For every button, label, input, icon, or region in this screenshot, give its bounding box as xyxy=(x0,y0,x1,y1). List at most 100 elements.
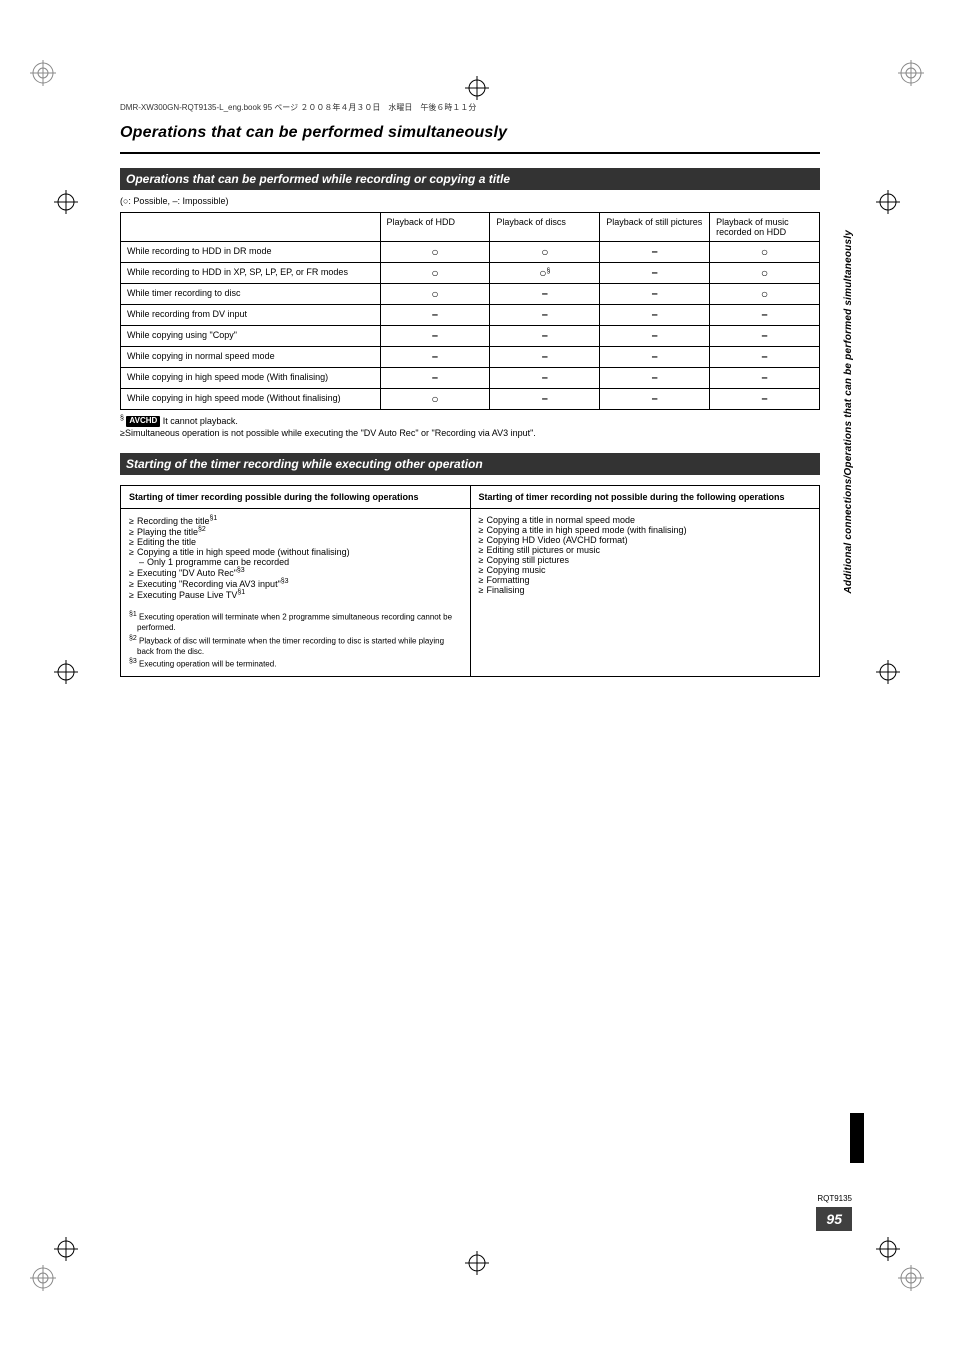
crop-mark-icon xyxy=(30,1265,56,1291)
table-cell: – xyxy=(490,347,600,368)
table-cell: – xyxy=(380,368,490,389)
table-row: While copying in normal speed mode–––– xyxy=(121,347,820,368)
section-header-1: Operations that can be performed while r… xyxy=(120,168,820,190)
table-cell: – xyxy=(600,326,710,347)
table-cell: ○ xyxy=(710,263,820,284)
timer-recording-table: Starting of timer recording possible dur… xyxy=(120,485,820,677)
registration-mark-icon xyxy=(876,1237,900,1261)
col-header-discs: Playback of discs xyxy=(490,213,600,242)
table-row: While copying in high speed mode (Withou… xyxy=(121,389,820,410)
registration-mark-icon xyxy=(465,76,489,100)
row-label: While copying in normal speed mode xyxy=(121,347,381,368)
crop-mark-icon xyxy=(898,60,924,86)
table-cell: – xyxy=(490,284,600,305)
row-label: While recording to HDD in DR mode xyxy=(121,242,381,263)
row-label: While recording to HDD in XP, SP, LP, EP… xyxy=(121,263,381,284)
table-cell: – xyxy=(600,347,710,368)
footnote-line: §2 Playback of disc will terminate when … xyxy=(129,634,462,657)
page-content: Operations that can be performed simulta… xyxy=(120,120,820,677)
table-cell: – xyxy=(710,347,820,368)
table-cell: ○ xyxy=(380,263,490,284)
table-cell: ○ xyxy=(380,389,490,410)
table-cell: ○ xyxy=(710,284,820,305)
crop-mark-icon xyxy=(30,60,56,86)
print-header-line: DMR-XW300GN-RQT9135-L_eng.book 95 ページ ２０… xyxy=(120,102,476,113)
col-header-music: Playback of music recorded on HDD xyxy=(710,213,820,242)
list-item: Only 1 programme can be recorded xyxy=(129,557,462,567)
table-cell: ○§ xyxy=(490,263,600,284)
page-number-block: RQT9135 95 xyxy=(816,1194,852,1231)
registration-mark-icon xyxy=(465,1251,489,1275)
table-cell: – xyxy=(600,284,710,305)
table-cell: – xyxy=(380,326,490,347)
registration-mark-icon xyxy=(54,660,78,684)
table-header-row: Playback of HDD Playback of discs Playba… xyxy=(121,213,820,242)
table-cell: ○ xyxy=(380,242,490,263)
table-cell: – xyxy=(710,389,820,410)
table-row: While copying in high speed mode (With f… xyxy=(121,368,820,389)
document-code: RQT9135 xyxy=(816,1194,852,1203)
row-label: While copying in high speed mode (With f… xyxy=(121,368,381,389)
list-item: Copying still pictures xyxy=(479,555,812,565)
table-cell: – xyxy=(380,347,490,368)
table-cell: – xyxy=(600,305,710,326)
crop-mark-icon xyxy=(898,1265,924,1291)
table-cell: – xyxy=(380,305,490,326)
registration-mark-icon xyxy=(54,1237,78,1261)
section-index-tab xyxy=(850,1113,864,1163)
footnote-line: §1 Executing operation will terminate wh… xyxy=(129,610,462,633)
list-item: Copying a title in high speed mode (with… xyxy=(129,547,462,557)
table-cell: – xyxy=(490,326,600,347)
table-cell: ○ xyxy=(490,242,600,263)
list-item: Recording the title§1 xyxy=(129,515,462,526)
table-cell: – xyxy=(490,389,600,410)
list-item: Copying music xyxy=(479,565,812,575)
registration-mark-icon xyxy=(54,190,78,214)
page-title: Operations that can be performed simulta… xyxy=(120,124,820,142)
registration-mark-icon xyxy=(876,190,900,214)
list-item: Copying HD Video (AVCHD format) xyxy=(479,535,812,545)
list-item: Executing "DV Auto Rec"§3 xyxy=(129,567,462,578)
list-item: Editing the title xyxy=(129,537,462,547)
table-cell: – xyxy=(710,305,820,326)
table-cell: – xyxy=(600,242,710,263)
table-cell: – xyxy=(710,326,820,347)
operations-table: Playback of HDD Playback of discs Playba… xyxy=(120,212,820,410)
table-cell: – xyxy=(710,368,820,389)
list-item: Playing the title§2 xyxy=(129,526,462,537)
right-col-header: Starting of timer recording not possible… xyxy=(470,486,820,509)
left-col-header: Starting of timer recording possible dur… xyxy=(121,486,471,509)
page-number: 95 xyxy=(816,1207,852,1231)
legend-text: (○: Possible, –: Impossible) xyxy=(120,196,820,206)
registration-mark-icon xyxy=(876,660,900,684)
row-label: While timer recording to disc xyxy=(121,284,381,305)
table-cell: – xyxy=(600,263,710,284)
avchd-chip: AVCHD xyxy=(126,416,160,427)
footnote-line: §3 Executing operation will be terminate… xyxy=(129,657,462,670)
row-label: While copying in high speed mode (Withou… xyxy=(121,389,381,410)
right-col-cell: Copying a title in normal speed modeCopy… xyxy=(470,509,820,677)
table-cell: – xyxy=(600,368,710,389)
list-item: Formatting xyxy=(479,575,812,585)
table-row: While recording from DV input–––– xyxy=(121,305,820,326)
table-row: While copying using "Copy"–––– xyxy=(121,326,820,347)
table-cell: – xyxy=(490,368,600,389)
footnote-2-text: Simultaneous operation is not possible w… xyxy=(125,428,536,438)
table-cell: – xyxy=(600,389,710,410)
list-item: Finalising xyxy=(479,585,812,595)
col-header-hdd: Playback of HDD xyxy=(380,213,490,242)
section-header-2: Starting of the timer recording while ex… xyxy=(120,453,820,475)
table-cell: ○ xyxy=(710,242,820,263)
col-header-blank xyxy=(121,213,381,242)
table-row: While recording to HDD in XP, SP, LP, EP… xyxy=(121,263,820,284)
table-footnotes: § AVCHD It cannot playback. ≥Simultaneou… xyxy=(120,414,820,439)
list-item: Executing "Recording via AV3 input"§3 xyxy=(129,578,462,589)
list-item: Editing still pictures or music xyxy=(479,545,812,555)
list-item: Executing Pause Live TV§1 xyxy=(129,589,462,600)
footnote-sym: § xyxy=(120,415,124,422)
table-row: While recording to HDD in DR mode○○–○ xyxy=(121,242,820,263)
col-header-still: Playback of still pictures xyxy=(600,213,710,242)
table-row: While timer recording to disc○––○ xyxy=(121,284,820,305)
footnote-1-text: It cannot playback. xyxy=(163,416,238,426)
left-col-cell: Recording the title§1Playing the title§2… xyxy=(121,509,471,677)
